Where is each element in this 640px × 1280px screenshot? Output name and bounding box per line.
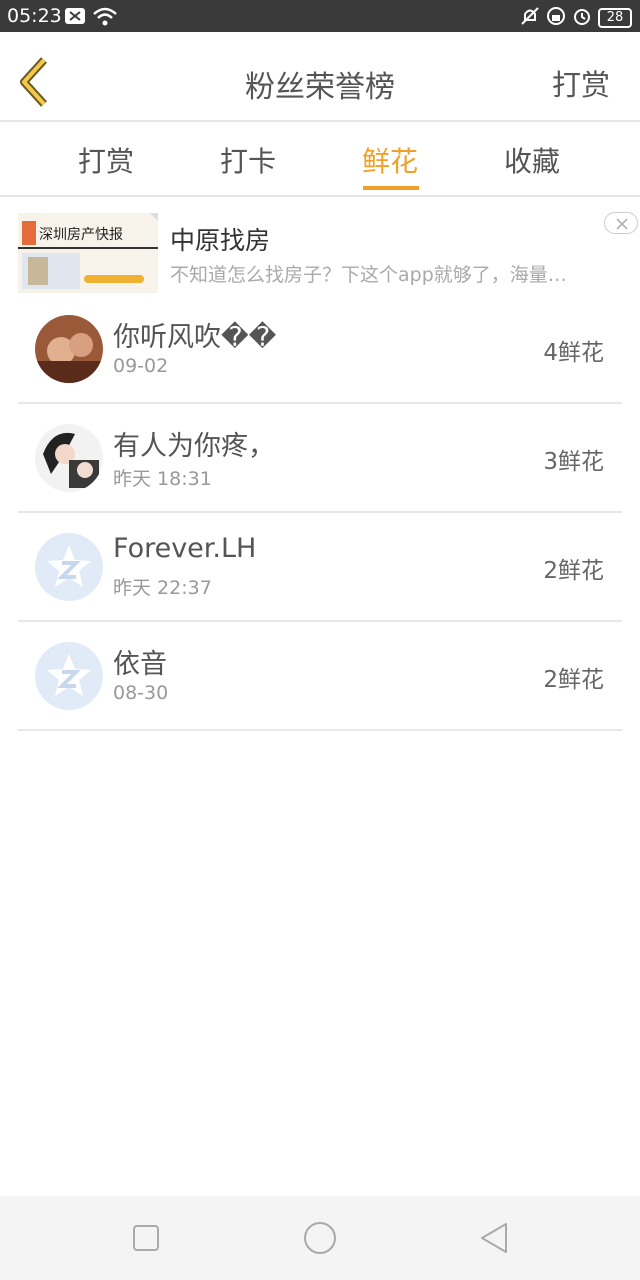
tab-favorites[interactable]: 收藏 bbox=[492, 140, 572, 180]
ad-description: 不知道怎么找房子？下这个app就够了，海量… bbox=[170, 264, 567, 286]
lock-rotation-icon bbox=[546, 6, 566, 30]
recents-button[interactable] bbox=[126, 1218, 166, 1258]
ad-banner[interactable]: 深圳房产快报 中原找房 不知道怎么找房子？下这个app就够了，海量… bbox=[0, 197, 640, 297]
flower-count: 4鲜花 bbox=[543, 340, 604, 366]
timestamp: 09-02 bbox=[113, 355, 169, 377]
ad-image: 深圳房产快报 bbox=[18, 213, 158, 293]
flower-count: 2鲜花 bbox=[543, 558, 604, 584]
mute-icon bbox=[520, 6, 540, 30]
user-name: 依音 bbox=[113, 649, 167, 680]
ad-close-button[interactable] bbox=[604, 212, 638, 234]
close-icon bbox=[616, 218, 628, 230]
back-nav-button[interactable] bbox=[474, 1218, 514, 1258]
fan-list: 你听风吹�� 09-02 4鲜花 有人为你疼， 昨天 18:31 3鲜花 For… bbox=[18, 295, 622, 731]
notification-icon bbox=[64, 7, 86, 31]
user-name: 你听风吹�� bbox=[113, 322, 277, 353]
tab-flowers[interactable]: 鲜花 bbox=[350, 140, 430, 180]
flower-count: 3鲜花 bbox=[543, 449, 604, 475]
list-item[interactable]: Forever.LH 昨天 22:37 2鲜花 bbox=[18, 513, 622, 622]
status-bar: 05:23 28 bbox=[0, 0, 640, 32]
tab-reward[interactable]: 打赏 bbox=[66, 140, 146, 180]
tab-bar: 打赏 打卡 鲜花 收藏 bbox=[0, 122, 640, 196]
user-name: 有人为你疼， bbox=[113, 431, 275, 462]
ad-image-text: 深圳房产快报 bbox=[39, 227, 123, 243]
circle-icon bbox=[304, 1222, 336, 1254]
default-avatar-icon bbox=[35, 533, 103, 601]
timestamp: 昨天 22:37 bbox=[113, 577, 212, 599]
user-name: Forever.LH bbox=[113, 533, 257, 564]
reward-button[interactable]: 打赏 bbox=[552, 62, 610, 104]
list-item[interactable]: 依音 08-30 2鲜花 bbox=[18, 622, 622, 731]
triangle-back-icon bbox=[481, 1223, 507, 1253]
list-item[interactable]: 有人为你疼， 昨天 18:31 3鲜花 bbox=[18, 404, 622, 513]
ad-title: 中原找房 bbox=[170, 226, 271, 255]
tab-checkin[interactable]: 打卡 bbox=[208, 140, 288, 180]
list-item[interactable]: 你听风吹�� 09-02 4鲜花 bbox=[18, 295, 622, 404]
system-nav-bar bbox=[0, 1196, 640, 1280]
square-icon bbox=[133, 1225, 159, 1251]
default-avatar-icon bbox=[35, 642, 103, 710]
wifi-icon bbox=[92, 7, 118, 31]
flower-count: 2鲜花 bbox=[543, 667, 604, 693]
timestamp: 08-30 bbox=[113, 682, 169, 704]
header: 粉丝荣誉榜 打赏 bbox=[0, 32, 640, 120]
avatar bbox=[35, 315, 103, 383]
page-title: 粉丝荣誉榜 bbox=[245, 70, 395, 105]
battery-icon: 28 bbox=[598, 8, 632, 28]
alarm-icon bbox=[572, 6, 592, 30]
timestamp: 昨天 18:31 bbox=[113, 468, 212, 490]
home-button[interactable] bbox=[300, 1218, 340, 1258]
avatar bbox=[35, 424, 103, 492]
active-tab-indicator bbox=[363, 186, 419, 190]
status-time: 05:23 bbox=[7, 5, 62, 27]
